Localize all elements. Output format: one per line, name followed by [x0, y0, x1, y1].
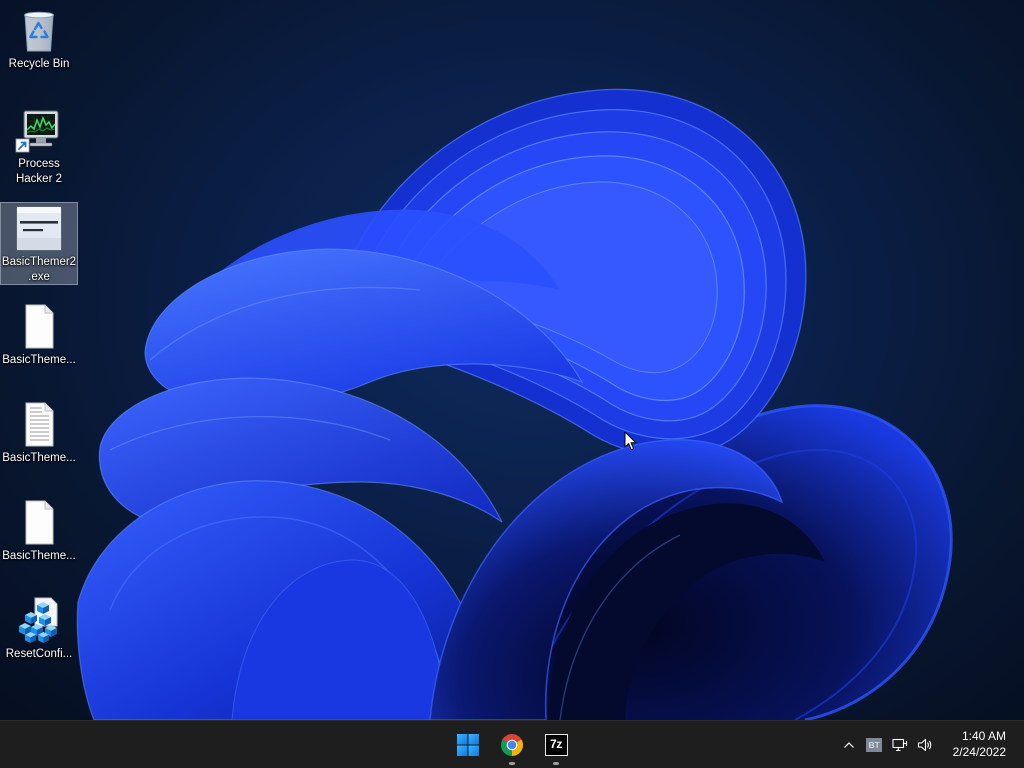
desktop-icon-label: ResetConfi...: [5, 648, 73, 660]
desktop-icon-basictheme-file-1[interactable]: BasicTheme...: [0, 300, 78, 369]
blank-file-icon: [25, 500, 54, 545]
network-icon: [892, 738, 908, 752]
desktop-icon-basictheme-file-2[interactable]: BasicTheme...: [0, 398, 78, 467]
start-button[interactable]: [448, 725, 488, 765]
clock-time: 1:40 AM: [961, 729, 1006, 743]
desktop-icon-label: BasicTheme...: [2, 452, 76, 464]
desktop-icon-label: Process Hacker 2: [15, 158, 63, 185]
recycle-bin-icon: [24, 11, 54, 52]
network-tray-button[interactable]: [891, 737, 909, 753]
desktop[interactable]: Recycle Bin Process Hacker 2 BasicThemer…: [0, 0, 1024, 720]
volume-tray-button[interactable]: [916, 737, 934, 753]
desktop-wallpaper: [76, 88, 953, 720]
desktop-icons: Recycle Bin Process Hacker 2 BasicThemer…: [0, 0, 80, 720]
desktop-icon-resetconfig[interactable]: ResetConfi...: [0, 594, 78, 663]
seven-zip-taskbar-button[interactable]: 7z: [536, 725, 576, 765]
taskbar: 7z BT 1:40 AM 2/24/2022: [0, 720, 1024, 768]
windows-start-icon: [457, 734, 479, 756]
registry-file-icon: [19, 597, 58, 643]
desktop-icon-label: BasicTheme...: [2, 550, 76, 562]
seven-zip-icon: 7z: [544, 734, 568, 756]
desktop-icon-label: Recycle Bin: [8, 58, 70, 70]
desktop-icon-process-hacker[interactable]: Process Hacker 2: [0, 104, 78, 188]
desktop-icon-basictheme-file-3[interactable]: BasicTheme...: [0, 496, 78, 565]
text-file-icon: [25, 402, 54, 447]
volume-icon: [917, 738, 932, 752]
desktop-icon-recycle-bin[interactable]: Recycle Bin: [0, 4, 78, 73]
application-window-icon: [16, 206, 62, 251]
desktop-icon-label: BasicTheme...: [2, 354, 76, 366]
shortcut-arrow-icon: [15, 138, 30, 153]
seven-zip-icon-label: 7z: [549, 737, 563, 751]
bt-tray-icon[interactable]: BT: [866, 738, 882, 752]
blank-file-icon: [25, 304, 54, 349]
show-hidden-icons-button[interactable]: [839, 735, 859, 755]
desktop-icon-label: BasicThemer2.exe: [1, 256, 77, 283]
chrome-icon: [501, 734, 523, 756]
chrome-taskbar-button[interactable]: [492, 725, 532, 765]
running-indicator: [509, 762, 515, 765]
arrow-cursor-icon: [624, 431, 637, 451]
clock-date: 2/24/2022: [952, 745, 1006, 759]
clock[interactable]: 1:40 AM 2/24/2022: [936, 728, 1006, 760]
desktop-icon-basicthemer2-exe[interactable]: BasicThemer2.exe: [0, 202, 78, 285]
running-indicator: [553, 762, 559, 765]
process-hacker-icon: [15, 110, 59, 153]
chevron-up-icon: [844, 742, 854, 748]
bt-tray-label: BT: [868, 740, 880, 750]
